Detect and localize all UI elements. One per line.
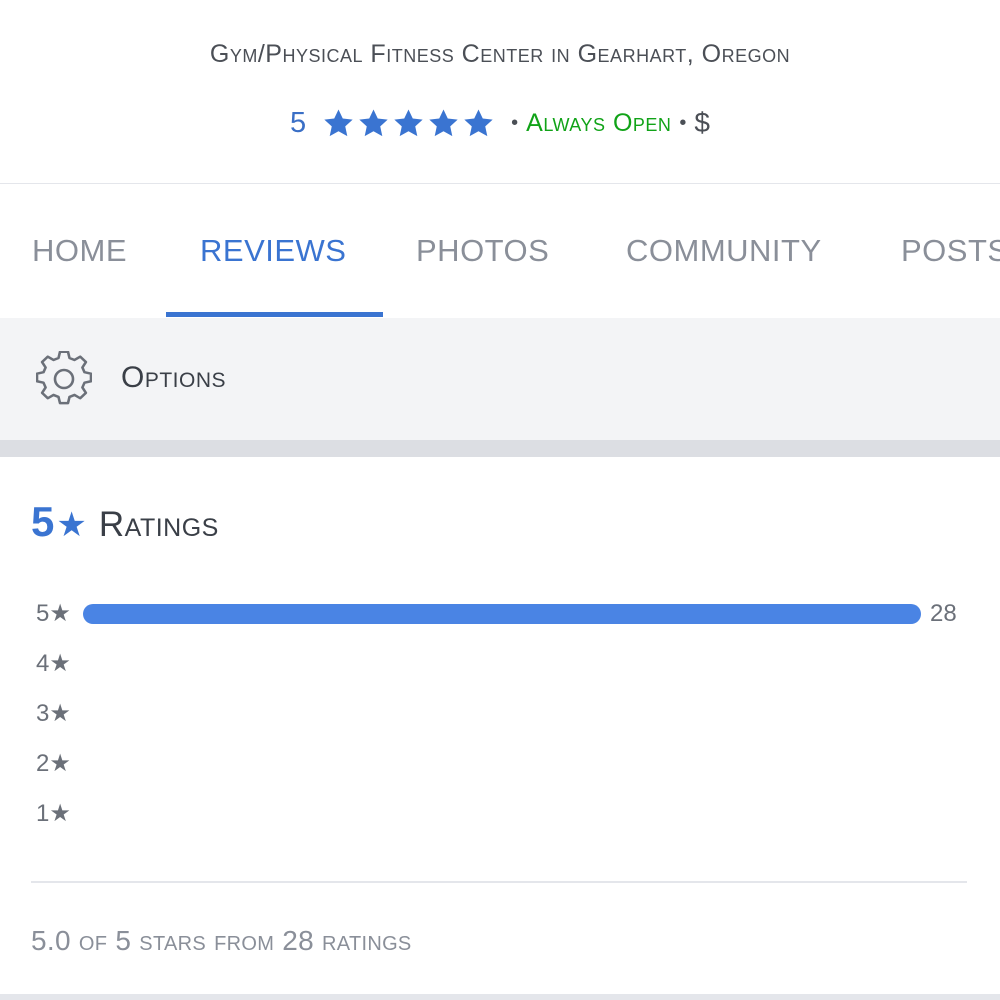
ratings-score: 5	[31, 498, 55, 545]
ratings-title: Ratings	[98, 505, 219, 544]
tab-reviews[interactable]: REVIEWS	[200, 184, 346, 317]
star-icon	[359, 108, 388, 136]
rating-bar-label: 4★	[36, 650, 71, 677]
rating-bar-track	[83, 804, 921, 824]
star-icon	[429, 108, 458, 136]
rating-bar-track	[83, 754, 921, 774]
star-icon	[324, 108, 353, 136]
separator-dot: •	[511, 111, 519, 134]
rating-bar-row: 2★	[36, 749, 976, 779]
star-rating	[322, 107, 495, 140]
business-category: Gym/Physical Fitness Center in Gearhart,…	[209, 40, 791, 68]
star-icon	[464, 108, 493, 136]
separator-dot: •	[679, 111, 687, 134]
rating-bar-row: 3★	[36, 699, 976, 729]
options-label[interactable]: Options	[121, 361, 226, 395]
page-header: Gym/Physical Fitness Center in Gearhart,…	[0, 0, 1000, 184]
rating-bar-label: 3★	[36, 700, 71, 727]
tab-community[interactable]: COMMUNITY	[626, 184, 822, 317]
rating-bar-label: 1★	[36, 800, 71, 827]
section-divider	[0, 440, 1000, 457]
rating-bar-track	[83, 654, 921, 674]
star-icon	[394, 108, 423, 136]
tab-photos[interactable]: PHOTOS	[416, 184, 549, 317]
rating-bar-row: 1★	[36, 799, 976, 829]
star-icon: ★	[56, 506, 87, 544]
rating-bar-fill	[83, 604, 921, 624]
price-level: $	[694, 107, 710, 138]
rating-bar-count: 28	[930, 600, 957, 627]
rating-bar-row: 4★	[36, 649, 976, 679]
rating-bar-track	[83, 604, 921, 624]
ratings-summary: 5.0 of 5 stars from 28 ratings	[31, 925, 412, 956]
divider	[31, 881, 967, 883]
open-status: Always Open	[526, 108, 672, 137]
active-tab-indicator	[166, 312, 383, 317]
gear-icon[interactable]	[36, 351, 92, 407]
rating-bar-track	[83, 704, 921, 724]
rating-value: 5	[289, 106, 307, 139]
rating-bar-label: 2★	[36, 750, 71, 777]
tab-posts[interactable]: POSTS	[901, 184, 1000, 317]
rating-meta-row: 5 • Always Open • $	[0, 100, 1000, 146]
rating-bar-label: 5★	[36, 600, 71, 627]
footer-divider	[0, 994, 1000, 1000]
rating-bar-row: 5★ 28	[36, 599, 976, 629]
ratings-heading: 5 ★ Ratings	[31, 498, 219, 546]
tab-bar: HOME REVIEWS PHOTOS COMMUNITY POSTS	[0, 184, 1000, 317]
tab-home[interactable]: HOME	[32, 184, 127, 317]
